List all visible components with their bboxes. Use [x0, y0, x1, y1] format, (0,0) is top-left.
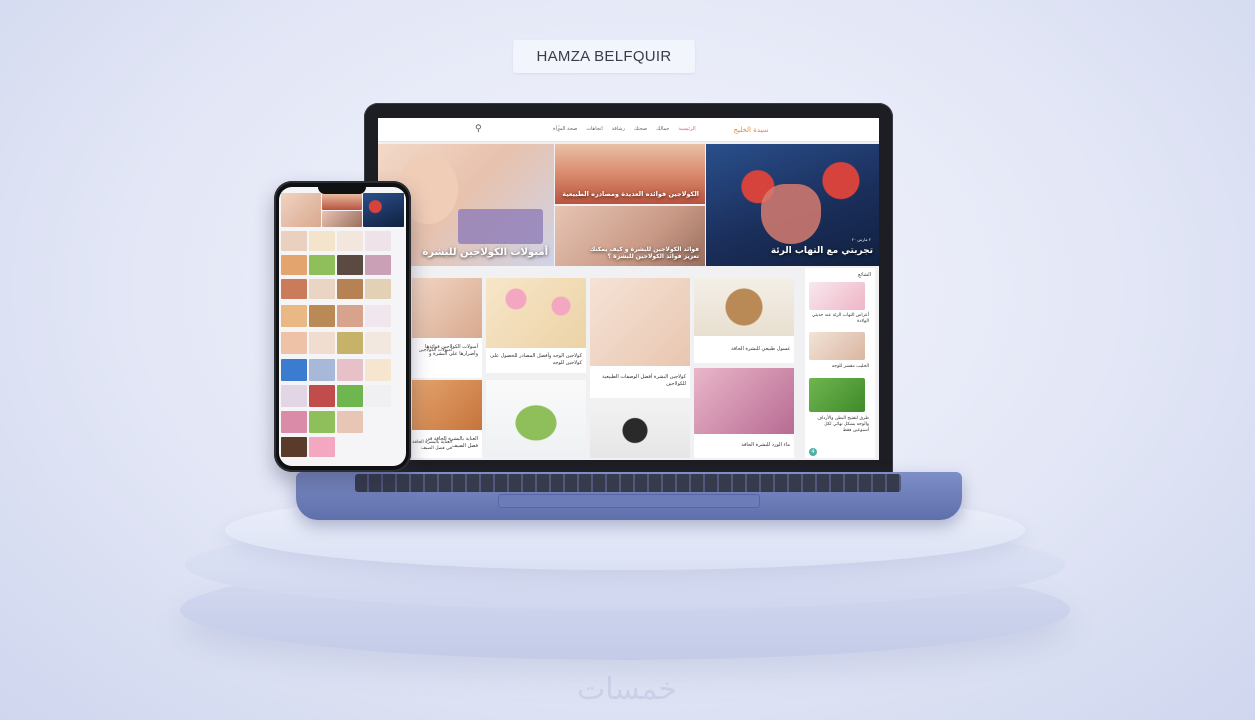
phone-hero-bottom[interactable] [322, 211, 362, 227]
laptop-keyboard [355, 474, 901, 492]
phone-card-thumb[interactable] [365, 279, 391, 299]
card-image [694, 368, 794, 434]
card-face-collagen[interactable]: كولاجين الوجه وأفضل المصادر للحصول على ك… [486, 278, 586, 373]
phone-card-thumb[interactable] [309, 359, 335, 381]
nav-item-beauty[interactable]: جمالك [656, 126, 669, 132]
phone-screen [279, 187, 406, 466]
phone-card-thumb[interactable] [281, 437, 307, 457]
sidebar-thumb[interactable] [809, 378, 865, 412]
card-label: كولاجين البشرة أفضل الوصفات الطبيعية للك… [602, 374, 686, 387]
phone-card-thumb[interactable] [337, 231, 363, 251]
phone-card-thumb[interactable] [309, 437, 335, 457]
phone-hero-main[interactable] [363, 193, 404, 227]
site-logo[interactable]: سيدة الخليج [730, 122, 772, 138]
card-image [694, 278, 794, 336]
nav-menu: الرئيسية جمالك صحتك رشاقة اتجاهات صحة ال… [553, 126, 696, 132]
sidebar-rank-badge: 4 [809, 448, 817, 456]
hero-bottom-caption: فوائد الكولاجين للبشرة و كيف يمكنك تعزيز… [589, 246, 699, 260]
card-image [412, 380, 482, 430]
phone-card-thumb[interactable] [281, 385, 307, 407]
phone-card-thumb[interactable] [337, 332, 363, 354]
hero-tile-main[interactable]: تجربتي مع التهاب الرئة ٢ مارس ٢٠ [706, 144, 879, 266]
hero-left-caption: أمبولات الكولاجين للبشرة [422, 247, 548, 258]
card-rose-water[interactable]: ماء الورد للبشرة الجافة [694, 368, 794, 458]
sidebar-heading: الشائع [858, 272, 871, 278]
phone-card-thumb[interactable] [337, 385, 363, 407]
nav-item-trends[interactable]: اتجاهات [586, 126, 602, 132]
hero-tile-top[interactable]: الكولاجين فوائده العديدة ومصادره الطبيعي… [555, 144, 705, 204]
phone-card-thumb[interactable] [309, 411, 335, 433]
phone-card-thumb[interactable] [309, 332, 335, 354]
phone-overlap-caption: العناية بالبشرة الجافة في فصل الصيف [412, 440, 452, 451]
sidebar-item-label[interactable]: طرق لتفتيح البطن والأرداف والوجه بشكل نه… [809, 416, 869, 434]
nav-item-fitness[interactable]: رشاقة [612, 126, 625, 132]
phone-card-thumb[interactable] [281, 411, 307, 433]
phone-card-thumb[interactable] [337, 279, 363, 299]
card-black-mask[interactable] [590, 403, 690, 458]
phone-card-thumb[interactable] [337, 305, 363, 327]
phone-card-thumb[interactable] [309, 279, 335, 299]
sidebar-thumb[interactable] [809, 332, 865, 360]
card-label: غسول طبيعي للبشرة الجافة [731, 346, 790, 352]
phone-card-thumb[interactable] [365, 255, 391, 275]
card-label: ماء الورد للبشرة الجافة [741, 442, 790, 448]
card-image [590, 403, 690, 458]
sidebar-thumb[interactable] [809, 282, 865, 310]
card-image [590, 278, 690, 366]
card-green-mask[interactable] [486, 380, 586, 458]
lungs-image [761, 184, 821, 244]
hero-top-caption: الكولاجين فوائده العديدة ومصادره الطبيعي… [562, 190, 699, 198]
watermark-logo: خمسات [576, 672, 678, 707]
nav-item-health[interactable]: صحتك [634, 126, 647, 132]
card-ampoules[interactable]: أمبولات الكولاجين فوائدها وأضرارها على ا… [412, 278, 482, 378]
phone-card-thumb[interactable] [281, 279, 307, 299]
sidebar-item-label[interactable]: الحليب مقشر للوجه [809, 364, 869, 370]
phone-overlap-caption: أمبولات الكولاجين [418, 348, 452, 353]
phone-card-thumb[interactable] [365, 359, 391, 381]
phone-card-thumb[interactable] [309, 255, 335, 275]
phone-card-thumb[interactable] [337, 411, 363, 433]
hero-main-meta: ٢ مارس ٢٠ [851, 237, 871, 242]
card-image [486, 380, 586, 458]
phone-card-thumb[interactable] [365, 332, 391, 354]
sidebar-item-label[interactable]: أعراض التهاب الرئة عند حديثي الولادة [809, 313, 869, 325]
card-image [412, 278, 482, 338]
site-navbar: ⚲ ⋮ الرئيسية جمالك صحتك رشاقة اتجاهات صح… [378, 118, 879, 142]
phone-hero-left[interactable] [281, 193, 321, 227]
phone-card-thumb[interactable] [365, 231, 391, 251]
card-image [486, 278, 586, 348]
nav-item-womens-health[interactable]: صحة المرأة [553, 126, 577, 132]
phone-card-thumb[interactable] [365, 385, 391, 407]
phone-card-thumb[interactable] [309, 385, 335, 407]
phone-card-thumb[interactable] [281, 231, 307, 251]
hero-tile-bottom[interactable]: فوائد الكولاجين للبشرة و كيف يمكنك تعزيز… [555, 206, 705, 266]
product-image [458, 209, 543, 244]
search-icon[interactable]: ⚲ [475, 124, 485, 134]
phone-card-thumb[interactable] [281, 305, 307, 327]
phone-hero-top[interactable] [322, 193, 362, 210]
phone-card-thumb[interactable] [281, 359, 307, 381]
phone-notch [318, 184, 366, 194]
phone-card-thumb[interactable] [281, 255, 307, 275]
phone-card-thumb[interactable] [337, 359, 363, 381]
laptop-screen: ⚲ ⋮ الرئيسية جمالك صحتك رشاقة اتجاهات صح… [378, 118, 879, 460]
laptop-trackpad [498, 494, 760, 508]
card-label: كولاجين الوجه وأفضل المصادر للحصول على ك… [490, 353, 582, 366]
trending-sidebar: الشائع 1 أعراض التهاب الرئة عند حديثي ال… [805, 268, 875, 458]
phone-card-thumb[interactable] [309, 231, 335, 251]
phone-card-thumb[interactable] [309, 305, 335, 327]
hero-main-caption: تجربتي مع التهاب الرئة [770, 246, 873, 256]
phone-card-thumb[interactable] [281, 332, 307, 354]
mockup-stage: HAMZA BELFQUIR ⚲ ⋮ الرئيسية جمالك صحتك ر… [0, 0, 1255, 720]
card-skin-collagen[interactable]: كولاجين البشرة أفضل الوصفات الطبيعية للك… [590, 278, 690, 398]
card-natural-cleanser[interactable]: غسول طبيعي للبشرة الجافة [694, 278, 794, 363]
phone-card-thumb[interactable] [337, 255, 363, 275]
brand-tag: HAMZA BELFQUIR [513, 40, 695, 73]
phone-card-thumb[interactable] [365, 305, 391, 327]
nav-item-home[interactable]: الرئيسية [678, 126, 695, 132]
